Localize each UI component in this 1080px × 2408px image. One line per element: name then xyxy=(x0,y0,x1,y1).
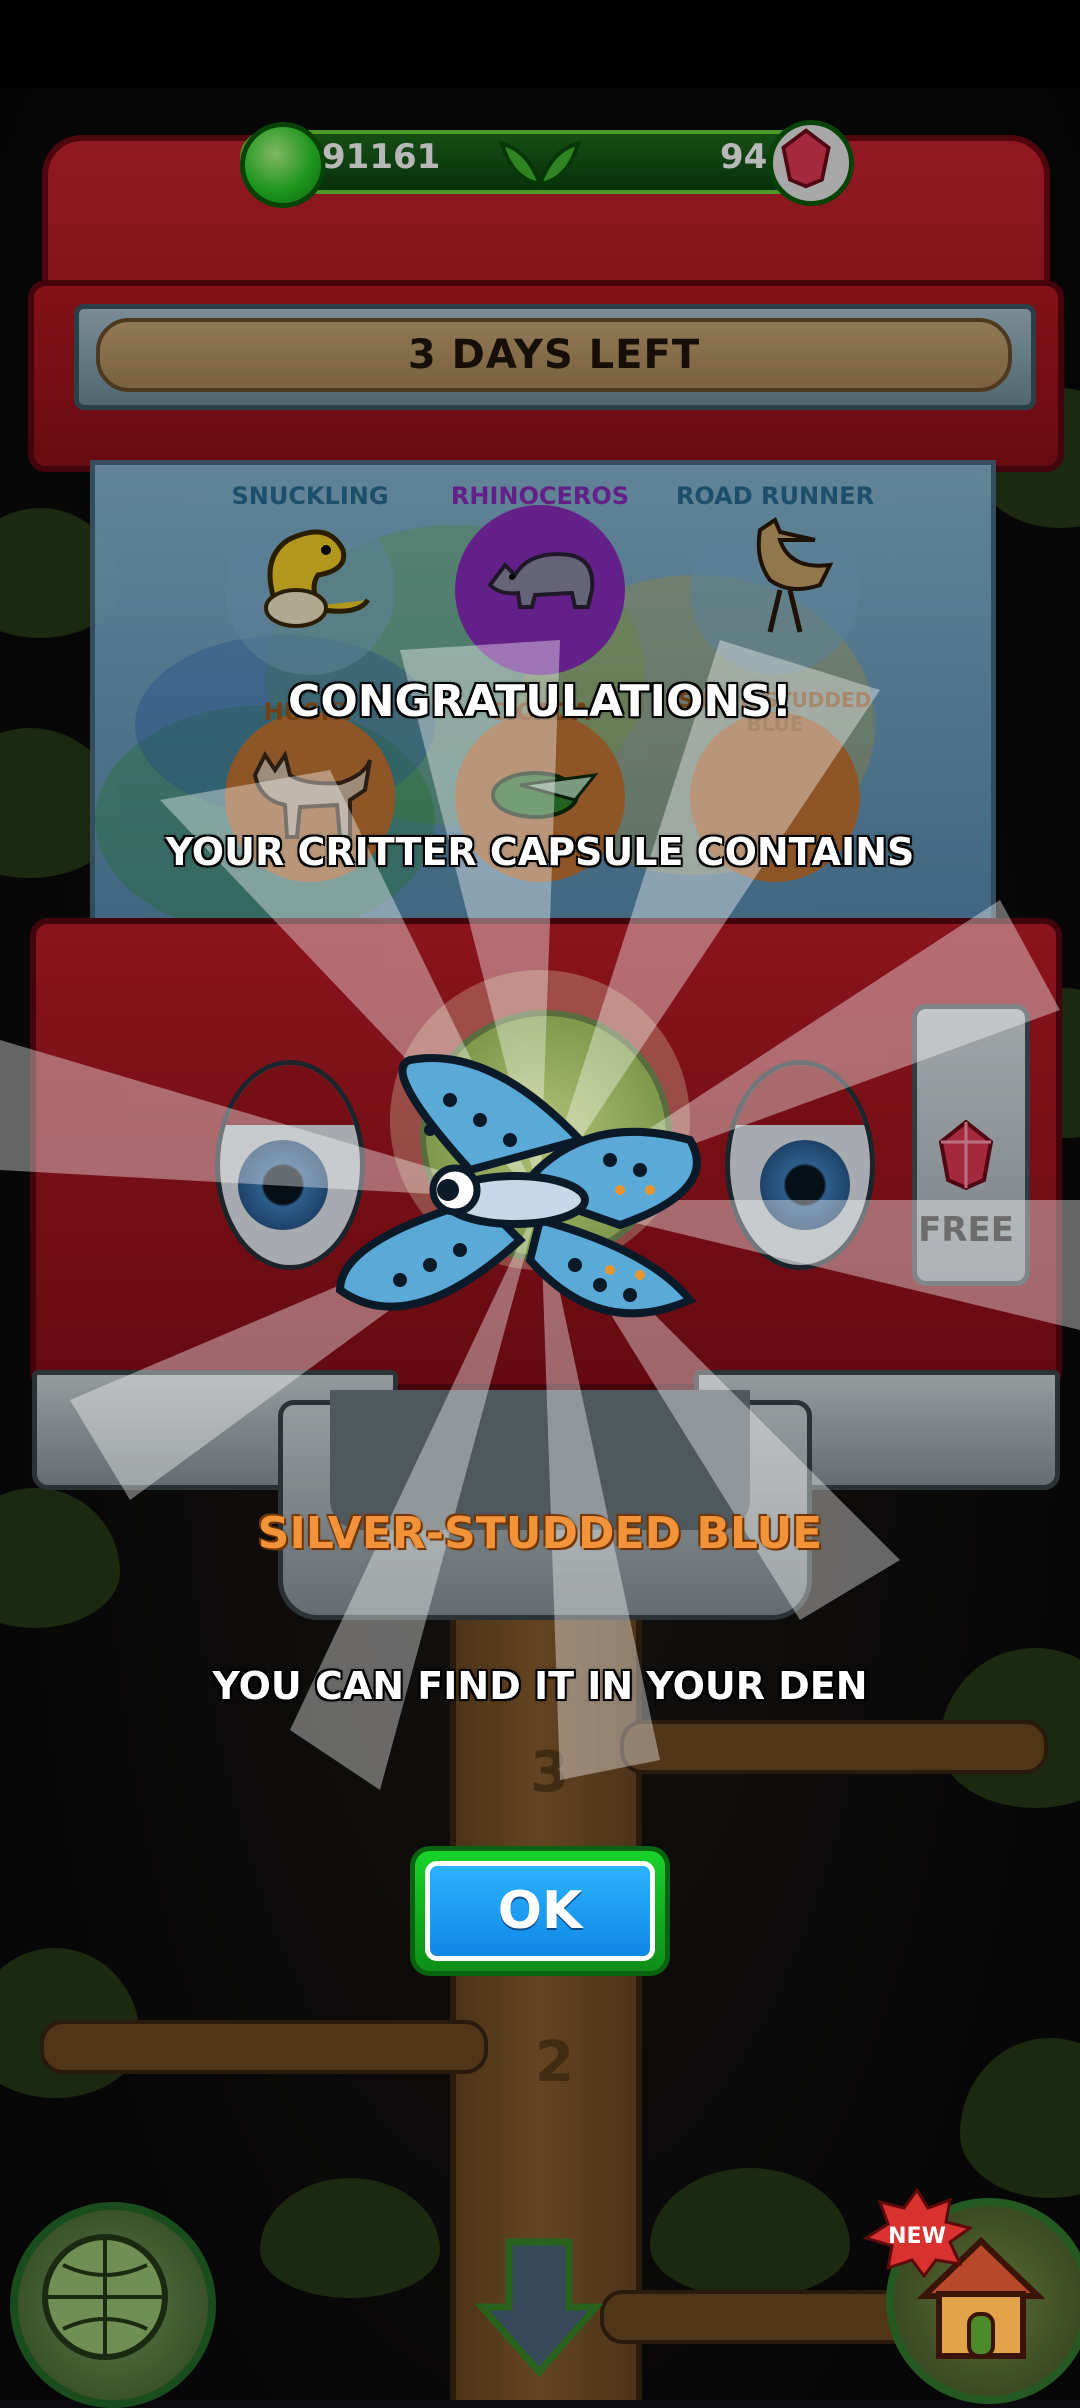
scroll-down-arrow-icon[interactable] xyxy=(474,2232,604,2382)
butterfly-icon xyxy=(335,1053,701,1318)
ok-button[interactable]: OK xyxy=(410,1846,670,1976)
capsule-contains-subheading: YOUR CRITTER CAPSULE CONTAINS xyxy=(165,830,915,874)
congratulations-heading: CONGRATULATIONS! xyxy=(288,676,792,727)
reward-message: YOU CAN FIND IT IN YOUR DEN xyxy=(212,1664,868,1708)
reward-critter-name: SILVER-STUDDED BLUE xyxy=(257,1508,823,1559)
new-badge-label: NEW xyxy=(888,2224,946,2249)
ok-button-label: OK xyxy=(425,1861,655,1961)
world-map-button[interactable] xyxy=(10,2202,216,2408)
globe-icon xyxy=(42,2234,168,2360)
new-badge-icon: NEW xyxy=(862,2188,972,2278)
